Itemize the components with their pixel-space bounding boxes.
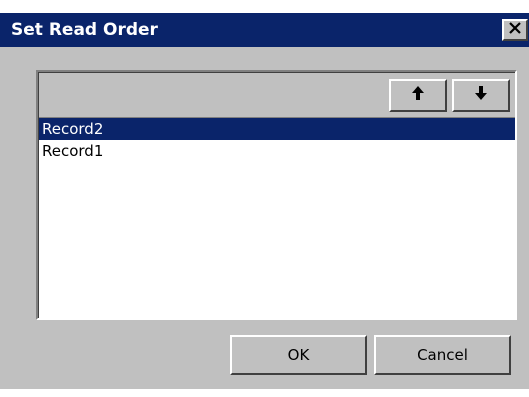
list-toolbar: [39, 73, 515, 118]
cancel-button[interactable]: Cancel: [374, 335, 511, 375]
move-down-button[interactable]: [452, 79, 510, 112]
move-up-button[interactable]: [389, 79, 447, 112]
close-icon: [508, 21, 522, 39]
arrow-down-icon: [473, 85, 489, 106]
window-title: Set Read Order: [11, 20, 158, 40]
record-list-frame: Record2 Record1: [36, 70, 517, 320]
list-item-record2[interactable]: Record2: [39, 118, 515, 140]
set-read-order-dialog: Set Read Order Record2 Record1 OK Cancel: [0, 0, 529, 397]
close-button[interactable]: [502, 19, 528, 41]
background-bottom: [0, 389, 529, 397]
title-bar[interactable]: Set Read Order: [0, 13, 529, 47]
record-list-border: Record2 Record1: [38, 72, 515, 318]
list-item-record1[interactable]: Record1: [39, 140, 515, 162]
arrow-up-icon: [410, 85, 426, 106]
ok-button[interactable]: OK: [230, 335, 367, 375]
background-top: [0, 0, 529, 13]
record-list[interactable]: Record2 Record1: [39, 118, 515, 318]
